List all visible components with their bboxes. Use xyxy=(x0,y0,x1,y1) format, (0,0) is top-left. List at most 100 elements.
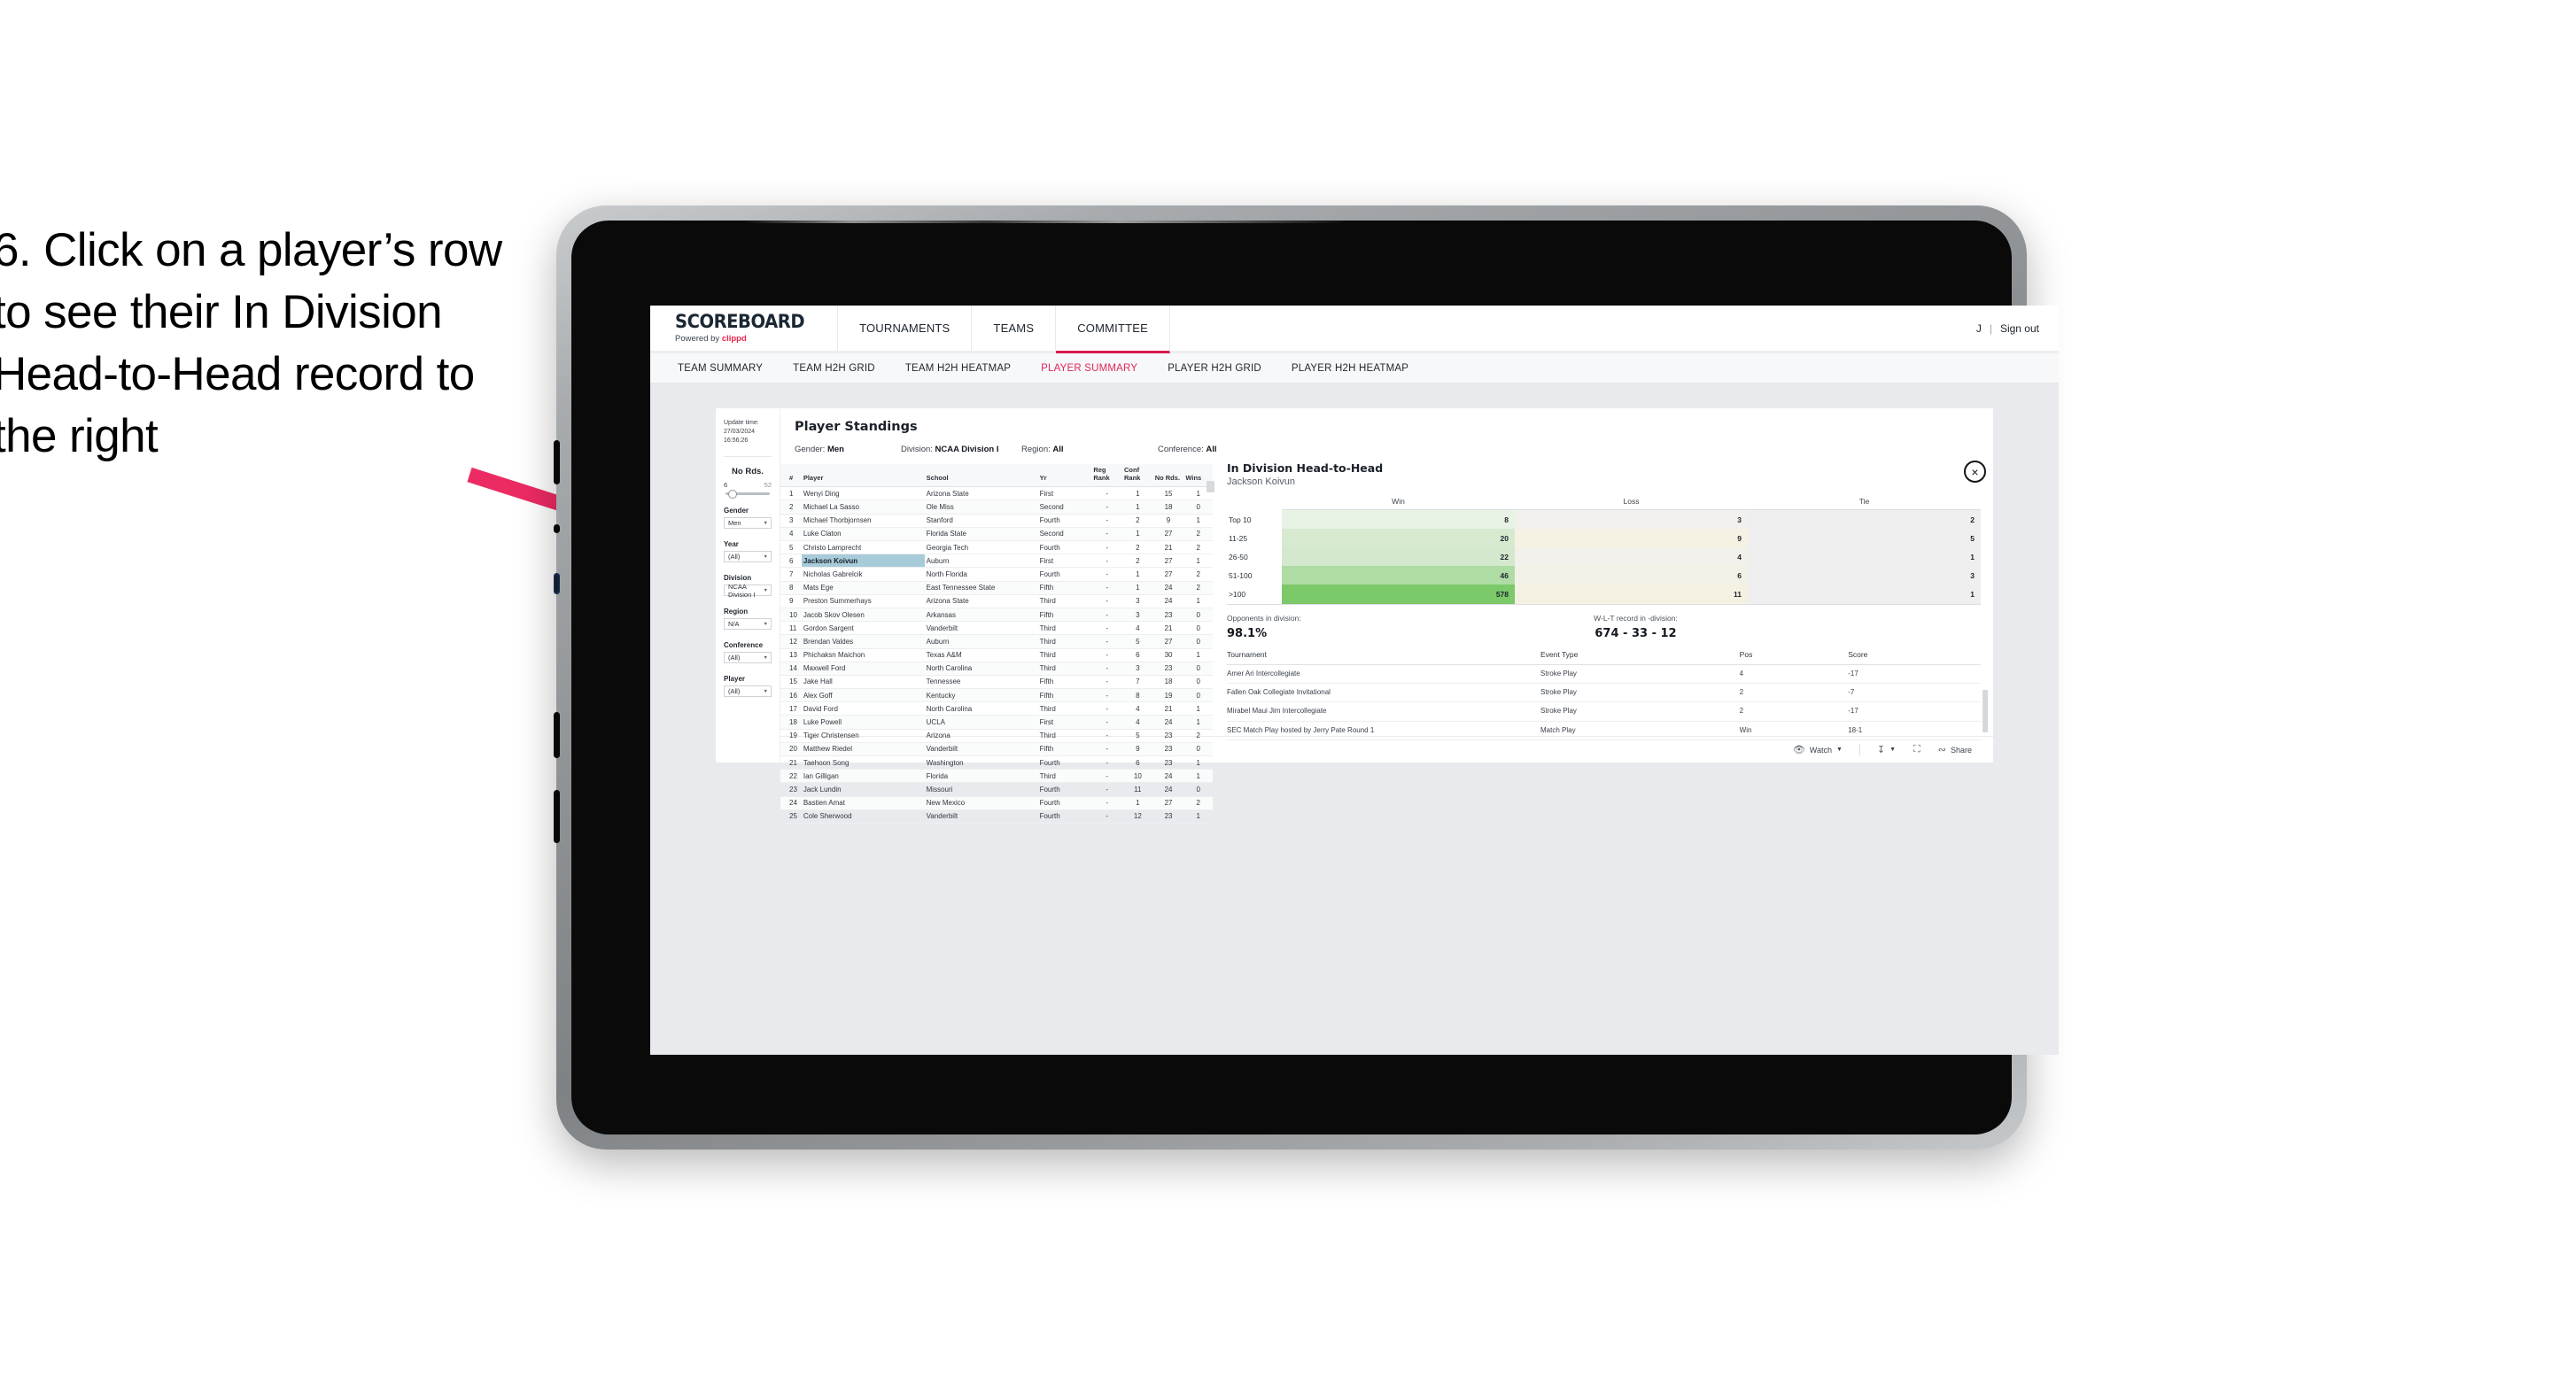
col-no-rds[interactable]: No Rds. xyxy=(1152,464,1184,488)
filter-rail: Update time: 27/03/2024 16:56:26 No Rds.… xyxy=(716,408,780,763)
stat-record-value: 674 - 33 - 12 xyxy=(1594,626,1677,640)
nav-item-teams[interactable]: TEAMS xyxy=(972,306,1057,351)
col-rank[interactable]: # xyxy=(780,464,802,488)
table-row[interactable]: 5 Christo Lamprecht Georgia Tech Fourth -2 21… xyxy=(780,540,1213,555)
row-wins: 1 xyxy=(1183,648,1213,662)
page-title: Player Standings xyxy=(795,420,918,434)
chevron-down-icon: ▼ xyxy=(763,621,768,627)
row-conf-rank: 1 xyxy=(1122,527,1153,542)
fullscreen-icon: ⛶ xyxy=(1913,744,1920,755)
col-yr[interactable]: Yr xyxy=(1037,464,1092,488)
table-row[interactable]: 3 Michael Thorbjornsen Stanford Fourth -2 9 1 xyxy=(780,514,1213,528)
table-row[interactable]: 10 Jacob Skov Olesen Arkansas Fifth -3 23 0 xyxy=(780,608,1213,623)
tournament-row[interactable]: Amer Ari Intercollegiate Stroke Play 4 -17 xyxy=(1227,664,1981,684)
tab-player-summary[interactable]: PLAYER SUMMARY xyxy=(1026,363,1152,374)
filter-year-value: (All) xyxy=(728,553,741,561)
row-school: Ole Miss xyxy=(924,499,1038,515)
table-row[interactable]: 23 Jack Lundin Missouri Fourth -11 24 0 xyxy=(780,782,1213,797)
table-row[interactable]: 1 Wenyi Ding Arizona State First -1 15 1 xyxy=(780,486,1213,501)
col-conf-rank[interactable]: Conf Rank xyxy=(1122,464,1153,488)
nav-item-committee[interactable]: COMMITTEE xyxy=(1056,306,1171,353)
tournament-row[interactable]: SEC Match Play hosted by Jerry Pate Roun… xyxy=(1227,721,1981,741)
table-row[interactable]: 7 Nicholas Gabrelcik North Florida Fourth -1… xyxy=(780,567,1213,582)
tablet-side-button-4 xyxy=(554,790,560,843)
filter-conference-select[interactable]: (All) ▼ xyxy=(724,652,772,664)
tournament-event-type: Stroke Play xyxy=(1540,664,1740,684)
table-row[interactable]: 21 Taehoon Song Washington Fourth -6 23 1 xyxy=(780,755,1213,770)
table-row[interactable]: 14 Maxwell Ford North Carolina Third -3 23 0 xyxy=(780,662,1213,676)
meta-division: Division: NCAA Division I xyxy=(901,445,1021,454)
share-button[interactable]: ∾ Share xyxy=(1929,744,1981,755)
row-rank: 7 xyxy=(780,567,802,582)
table-row[interactable]: 6 Jackson Koivun Auburn First -2 27 1 xyxy=(780,554,1213,569)
row-reg-rank: - xyxy=(1091,796,1122,810)
row-wins: 1 xyxy=(1183,514,1213,528)
close-icon[interactable]: × xyxy=(1964,461,1986,483)
h2h-tie-cell: 1 xyxy=(1748,547,1981,566)
row-rank: 13 xyxy=(780,648,802,662)
brand-logo[interactable]: SCOREBOARD Powered by clippd xyxy=(650,306,839,351)
table-row[interactable]: 16 Alex Goff Kentucky Fifth -8 19 0 xyxy=(780,688,1213,703)
col-school[interactable]: School xyxy=(924,464,1038,488)
sign-out-link[interactable]: Sign out xyxy=(2000,322,2039,335)
slider-range: 6 52 xyxy=(724,481,772,489)
table-row[interactable]: 19 Tiger Christensen Arizona Third -5 23 2 xyxy=(780,729,1213,743)
chevron-down-icon: ▼ xyxy=(763,520,768,526)
filter-year-select[interactable]: (All) ▼ xyxy=(724,551,772,563)
table-row[interactable]: 4 Luke Claton Florida State Second -1 27 2 xyxy=(780,527,1213,542)
col-reg-rank[interactable]: Reg Rank xyxy=(1091,464,1122,488)
table-row[interactable]: 24 Bastien Amat New Mexico Fourth -1 27 2 xyxy=(780,796,1213,810)
tab-team-h2h-grid[interactable]: TEAM H2H GRID xyxy=(778,363,890,374)
tab-player-h2h-heatmap[interactable]: PLAYER H2H HEATMAP xyxy=(1276,363,1424,374)
row-player: Gordon Sargent xyxy=(801,621,925,636)
filter-gender-select[interactable]: Men ▼ xyxy=(724,517,772,530)
filter-region-select[interactable]: N/A ▼ xyxy=(724,618,772,631)
table-row[interactable]: 25 Cole Sherwood Vanderbilt Fourth -12 23 1 xyxy=(780,809,1213,824)
row-school: Auburn xyxy=(924,554,1038,569)
table-row[interactable]: 12 Brendan Valdes Auburn Third -5 27 0 xyxy=(780,634,1213,649)
row-wins: 2 xyxy=(1183,540,1213,555)
row-wins: 0 xyxy=(1183,608,1213,623)
table-row[interactable]: 20 Matthew Riedel Vanderbilt Fifth -9 23 0 xyxy=(780,742,1213,757)
row-year: Fifth xyxy=(1037,688,1092,703)
tab-team-summary[interactable]: TEAM SUMMARY xyxy=(663,363,778,374)
table-row[interactable]: 17 David Ford North Carolina Third -4 21 1 xyxy=(780,701,1213,716)
row-year: Fourth xyxy=(1037,755,1092,770)
user-initial[interactable]: J xyxy=(1976,322,1982,335)
table-row[interactable]: 13 Phichaksn Maichon Texas A&M Third -6 30 1 xyxy=(780,648,1213,662)
tournament-scrollbar[interactable] xyxy=(1982,690,1988,732)
nav-item-tournaments[interactable]: TOURNAMENTS xyxy=(838,306,973,351)
table-row[interactable]: 8 Mats Ege East Tennessee State Fifth -1 24 2 xyxy=(780,581,1213,595)
tablet-side-button-1 xyxy=(554,440,560,484)
row-rank: 8 xyxy=(780,581,802,595)
row-rank: 9 xyxy=(780,594,802,608)
fullscreen-button[interactable]: ⛶ xyxy=(1905,744,1929,755)
filter-player-select[interactable]: (All) ▼ xyxy=(724,685,772,698)
dashboard-canvas: Update time: 27/03/2024 16:56:26 No Rds.… xyxy=(650,383,2059,1052)
table-row[interactable]: 22 Ian Gilligan Florida Third -10 24 1 xyxy=(780,769,1213,784)
h2h-bucket-label: Top 10 xyxy=(1229,515,1252,524)
watch-button[interactable]: 👁 Watch ▼ xyxy=(1784,744,1851,755)
row-player: Alex Goff xyxy=(801,688,925,703)
table-row[interactable]: 15 Jake Hall Tennessee Fifth -7 18 0 xyxy=(780,675,1213,690)
slider-track[interactable] xyxy=(725,489,770,499)
table-row[interactable]: 11 Gordon Sargent Vanderbilt Third -4 21 0 xyxy=(780,621,1213,636)
col-player[interactable]: Player xyxy=(801,464,925,488)
table-row[interactable]: 9 Preston Summerhays Arizona State Third -3 2… xyxy=(780,594,1213,608)
row-reg-rank: - xyxy=(1091,769,1122,784)
row-rank: 21 xyxy=(780,755,802,770)
h2h-player-name: Jackson Koivun xyxy=(1227,476,1296,487)
filter-division-select[interactable]: NCAA Division I ▼ xyxy=(724,583,772,599)
table-row[interactable]: 18 Luke Powell UCLA First -4 24 1 xyxy=(780,715,1213,730)
tab-player-h2h-grid[interactable]: PLAYER H2H GRID xyxy=(1152,363,1276,374)
filter-year: Year (All) ▼ xyxy=(724,540,772,563)
meta-conference-label: Conference: xyxy=(1158,445,1207,454)
h2h-row: >100 578 11 1 xyxy=(1227,585,1981,604)
tab-team-h2h-heatmap[interactable]: TEAM H2H HEATMAP xyxy=(890,363,1026,374)
download-button[interactable]: ↧ ▼ xyxy=(1868,744,1905,755)
slider-thumb[interactable] xyxy=(728,489,737,499)
tournament-row[interactable]: Mirabel Maui Jim Intercollegiate Stroke P… xyxy=(1227,701,1981,722)
tournament-row[interactable]: Fallen Oak Collegiate Invitational Stroke… xyxy=(1227,683,1981,703)
table-row[interactable]: 2 Michael La Sasso Ole Miss Second -1 18 0 xyxy=(780,499,1213,515)
standings-tbody: 1 Wenyi Ding Arizona State First -1 15 1 2 Micha… xyxy=(780,486,1213,824)
